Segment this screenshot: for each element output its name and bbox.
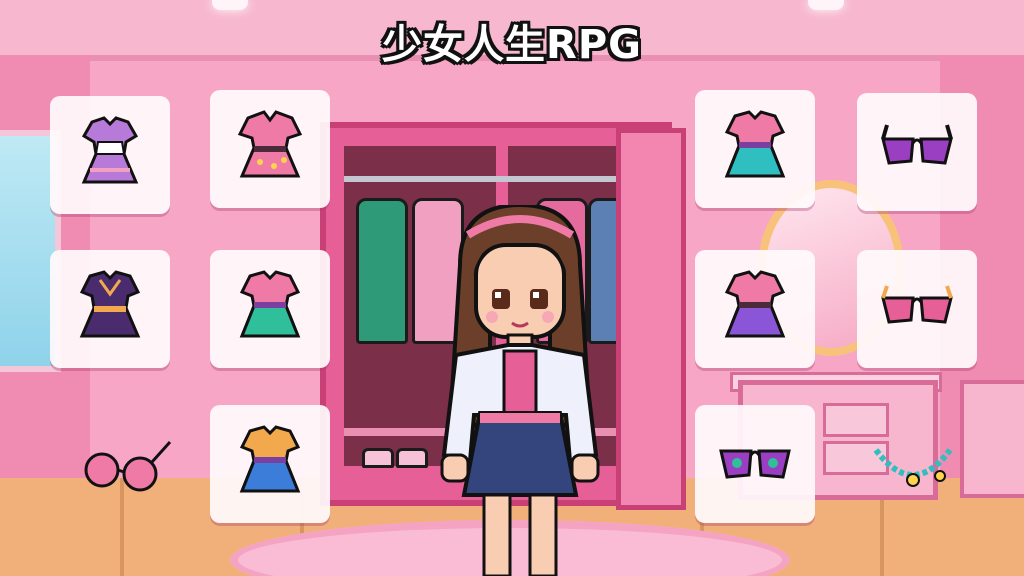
purple-plaid-dress-icon: [81, 116, 139, 184]
inventory-slot-glasses[interactable]: [695, 405, 815, 523]
clothes-rail: [344, 176, 634, 182]
pink-sunglasses-icon[interactable]: [78, 430, 174, 494]
game-title: 少女人生RPG: [382, 22, 642, 68]
purple-heart-glasses-icon: [881, 124, 953, 165]
shoe: [362, 448, 394, 468]
inventory-slot-dress[interactable]: [50, 250, 170, 368]
bead-necklace-icon[interactable]: [868, 436, 958, 496]
blue-orange-dress-icon: [239, 425, 301, 493]
dresser: [960, 380, 1024, 498]
pink-teal-dress-icon: [724, 110, 786, 178]
inventory-slot-glasses[interactable]: [857, 93, 977, 211]
game-scene: 少女人生RPG: [0, 0, 1024, 576]
player-character[interactable]: [420, 205, 620, 576]
inventory-slot-dress[interactable]: [210, 405, 330, 523]
ceiling-light: [212, 0, 248, 10]
dark-purple-dress-icon: [79, 270, 141, 338]
inventory-slot-dress[interactable]: [210, 250, 330, 368]
ceiling-light: [808, 0, 844, 10]
pink-ruffle-dress-icon: [237, 110, 303, 178]
wardrobe-door: [616, 128, 686, 510]
inventory-slot-dress[interactable]: [50, 96, 170, 214]
inventory-slot-dress[interactable]: [695, 90, 815, 208]
hanging-jacket: [356, 198, 408, 344]
green-pink-dress-icon: [239, 270, 301, 338]
inventory-slot-glasses[interactable]: [857, 250, 977, 368]
pink-heart-glasses-icon: [881, 285, 953, 324]
purple-layered-dress-icon: [724, 270, 786, 338]
drawer: [823, 403, 889, 437]
inventory-slot-dress[interactable]: [210, 90, 330, 208]
inventory-slot-dress[interactable]: [695, 250, 815, 368]
purple-star-glasses-icon: [719, 449, 791, 479]
